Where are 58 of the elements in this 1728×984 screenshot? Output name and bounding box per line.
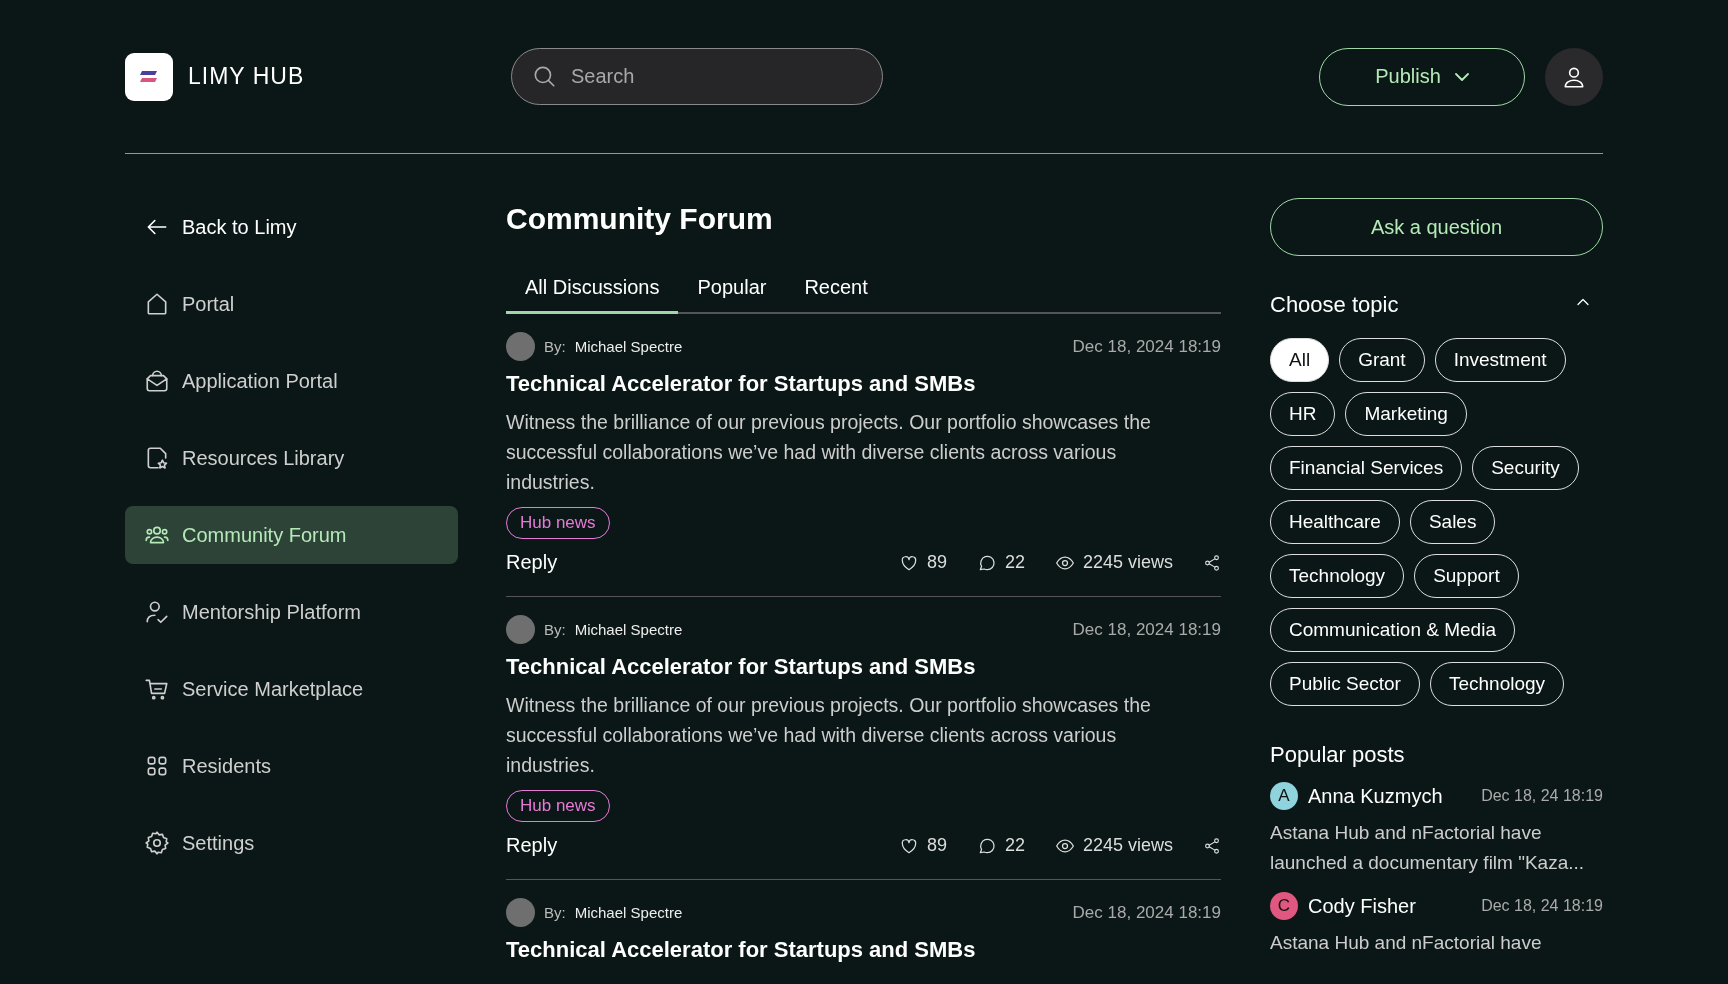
- comments-count: 22: [1004, 552, 1025, 573]
- author-label: By:: [544, 338, 566, 355]
- author-name[interactable]: Cody Fisher: [1308, 894, 1416, 918]
- share-icon: [1203, 836, 1221, 855]
- author-photo-placeholder: [506, 898, 535, 927]
- author-name[interactable]: Michael Spectre: [574, 338, 683, 355]
- popular-post-text[interactable]: Astana Hub and nFactorial have launched a documentary film "Kaza...: [1270, 818, 1603, 878]
- post-title[interactable]: Technical Accelerator for Startups and SMBs: [506, 371, 1221, 397]
- author-photo-placeholder: [506, 615, 535, 644]
- person-check-icon: [144, 599, 170, 625]
- author-name[interactable]: Michael Spectre: [574, 904, 683, 921]
- post-date: Dec 18, 24 18:19: [1481, 897, 1603, 915]
- tab[interactable]: Recent: [785, 266, 887, 314]
- settings-icon: [144, 830, 170, 856]
- initial-avatar: A: [1270, 782, 1298, 810]
- post-date: Dec 18, 2024 18:19: [1072, 336, 1221, 357]
- sidebar-item[interactable]: Portal: [125, 275, 458, 333]
- chevron-down-icon: [1454, 72, 1469, 81]
- comments-count: 22: [1004, 835, 1025, 856]
- post-title[interactable]: Technical Accelerator for Startups and SMBs: [506, 654, 1221, 680]
- topic-chip[interactable]: All: [1270, 338, 1330, 382]
- post-date: Dec 18, 24 18:19: [1481, 787, 1603, 805]
- author-photo-placeholder: [506, 332, 535, 361]
- popular-post-text[interactable]: Astana Hub and nFactorial have: [1270, 928, 1603, 958]
- post-body: Witness the brilliance of our previous projects. Our portfolio showcases the successful collaborations we’ve had with diverse clients across various industries.: [506, 410, 1152, 495]
- page-title: Community Forum: [506, 201, 774, 237]
- sidebar-item[interactable]: Community Forum: [125, 506, 458, 564]
- post-date: Dec 18, 2024 18:19: [1072, 619, 1221, 640]
- sidebar-item[interactable]: Application Portal: [125, 352, 458, 410]
- section-title: Popular posts: [1270, 742, 1406, 768]
- views-count: 2245 views: [1082, 552, 1173, 573]
- logo-icon[interactable]: [125, 52, 173, 101]
- tab[interactable]: Popular: [678, 266, 786, 314]
- post-date: Dec 18, 2024 18:19: [1072, 902, 1221, 923]
- author-label: By:: [544, 621, 566, 638]
- reply-link[interactable]: Reply: [506, 551, 558, 574]
- author-name[interactable]: Michael Spectre: [574, 621, 683, 638]
- envelope-bag-icon: [144, 368, 170, 394]
- views-count: 2245 views: [1082, 835, 1173, 856]
- reply-link[interactable]: Reply: [506, 834, 558, 857]
- back-link[interactable]: Back to Limy: [125, 198, 458, 256]
- search-field[interactable]: Search: [511, 48, 883, 105]
- author-label: By:: [544, 904, 566, 921]
- likes-count: 89: [926, 835, 947, 856]
- likes-count: 89: [926, 552, 947, 573]
- brand-name: LIMY HUB: [188, 63, 306, 90]
- author-name[interactable]: Anna Kuzmych: [1308, 784, 1443, 808]
- sidebar-item[interactable]: Mentorship Platform: [125, 583, 458, 641]
- sidebar-item[interactable]: Settings: [125, 814, 458, 872]
- sidebar-item[interactable]: Residents: [125, 737, 458, 795]
- sidebar-item[interactable]: Resources Library: [125, 429, 458, 487]
- section-title: Choose topic: [1270, 292, 1399, 318]
- post-body: Witness the brilliance of our previous projects. Our portfolio showcases the successful collaborations we’ve had with diverse clients across various industries.: [506, 693, 1152, 778]
- initial-avatar: C: [1270, 892, 1298, 920]
- share-icon: [1203, 553, 1221, 572]
- sidebar-item[interactable]: Service Marketplace: [125, 660, 458, 718]
- tab[interactable]: All Discussions: [506, 266, 679, 314]
- post-title[interactable]: Technical Accelerator for Startups and SMBs: [506, 937, 1221, 963]
